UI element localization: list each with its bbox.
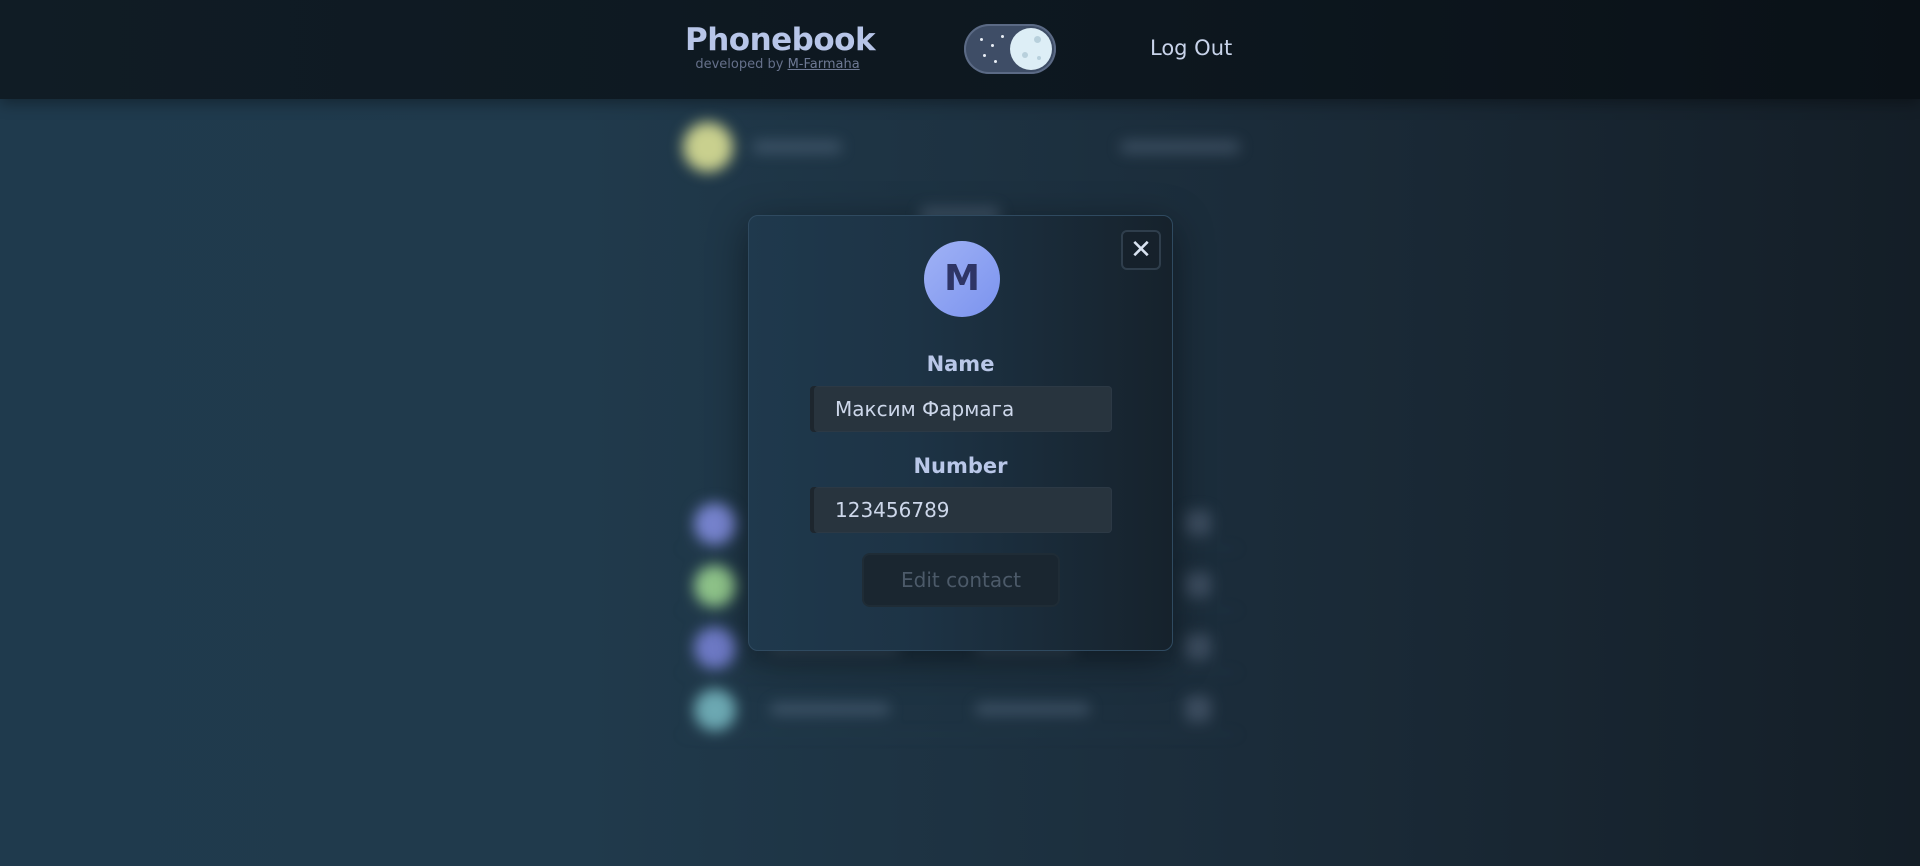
number-label: Number <box>913 454 1008 478</box>
star-icon <box>994 60 997 63</box>
developer-link[interactable]: M-Farmaha <box>788 57 860 72</box>
avatar: M <box>924 241 1000 317</box>
name-label: Name <box>926 352 995 376</box>
developer-credit: developed by M-Farmaha <box>685 58 870 72</box>
edit-contact-modal: ✕ M Name Number Edit contact <box>748 215 1173 651</box>
number-field[interactable] <box>810 487 1112 533</box>
app-title: Phonebook <box>685 22 876 58</box>
star-icon <box>980 38 983 41</box>
moon-icon <box>1010 28 1052 70</box>
list-item <box>680 683 1240 735</box>
star-icon <box>983 54 986 57</box>
star-icon <box>991 44 994 47</box>
brand: Phonebook developed by M-Farmaha <box>685 22 876 72</box>
close-icon[interactable]: ✕ <box>1121 230 1161 270</box>
logout-button[interactable]: Log Out <box>1150 36 1232 60</box>
avatar <box>683 122 733 172</box>
developed-by-text: developed by <box>695 57 784 72</box>
name-field[interactable] <box>810 386 1112 432</box>
theme-toggle[interactable] <box>964 24 1056 74</box>
edit-contact-button[interactable]: Edit contact <box>864 555 1058 605</box>
star-icon <box>1001 35 1004 38</box>
app-header: Phonebook developed by M-Farmaha Log Out <box>0 0 1920 99</box>
